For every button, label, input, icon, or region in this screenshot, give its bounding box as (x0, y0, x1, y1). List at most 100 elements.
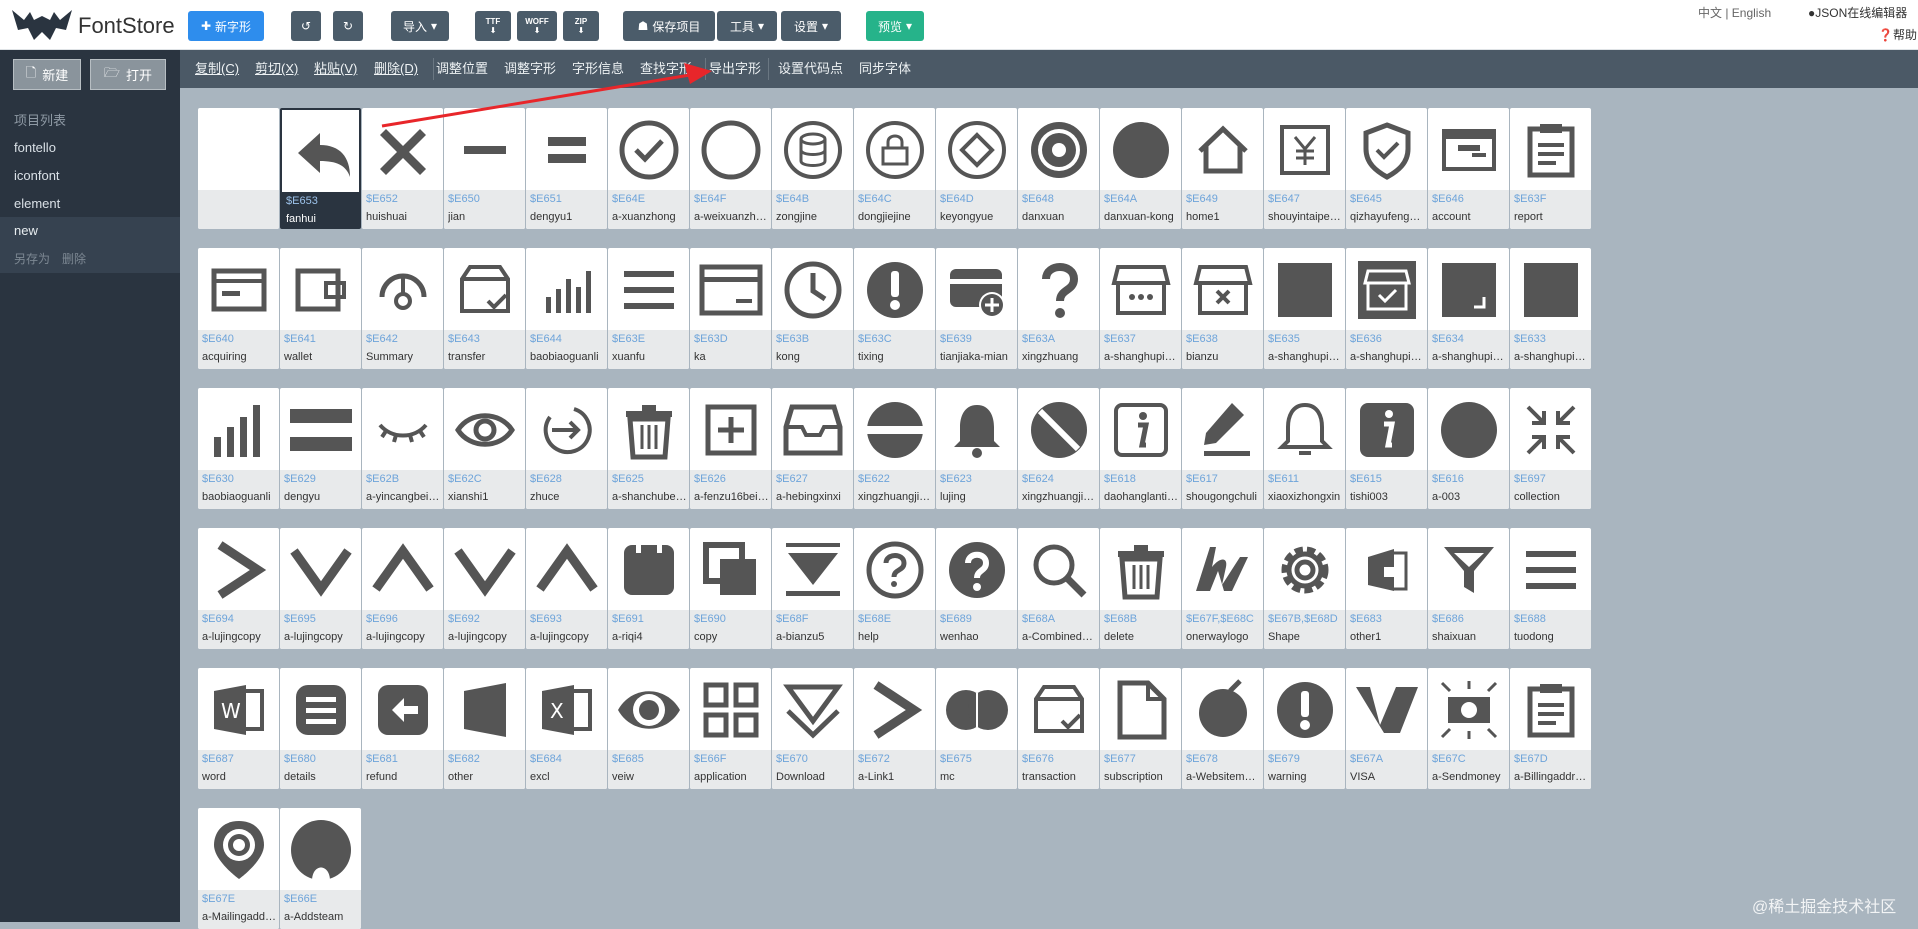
language-switch[interactable]: 中文 | English (1698, 4, 1771, 21)
glyph-card[interactable]: $E626 a-fenzu16beifen (690, 388, 771, 509)
glyph-card[interactable]: $E694 a-lujingcopy (198, 528, 279, 649)
glyph-card[interactable]: $E676 transaction (1018, 668, 1099, 789)
op-delete[interactable]: 删除(D) (374, 50, 418, 88)
glyph-card[interactable]: $E688 tuodong (1510, 528, 1591, 649)
glyph-card[interactable]: $E63F report (1510, 108, 1591, 229)
save-as-link[interactable]: 另存为 (14, 250, 50, 267)
glyph-card[interactable]: $E683 other1 (1346, 528, 1427, 649)
glyph-card[interactable]: $E630 baobiaoguanli (198, 388, 279, 509)
project-item-current[interactable]: new 另存为 删除 (0, 217, 180, 273)
glyph-card[interactable]: $E66E a-Addsteam (280, 808, 361, 929)
project-item-iconfont[interactable]: iconfont (14, 168, 60, 183)
glyph-card[interactable]: $E640 acquiring (198, 248, 279, 369)
glyph-card[interactable]: $E649 home1 (1182, 108, 1263, 229)
glyph-card[interactable]: $E644 baobiaoguanli (526, 248, 607, 369)
glyph-card[interactable]: $E64E a-xuanzhong (608, 108, 689, 229)
glyph-card[interactable]: $E634 a-shanghupingtai (1428, 248, 1509, 369)
import-button[interactable]: 导入 ▾ (391, 11, 449, 41)
glyph-card[interactable]: $E680 details (280, 668, 361, 789)
glyph-card[interactable]: $E677 subscription (1100, 668, 1181, 789)
redo-button[interactable]: ↻ (333, 11, 363, 41)
glyph-card[interactable]: $E678 a-Websitemaintenance (1182, 668, 1263, 789)
glyph-card[interactable]: $E616 a-003 (1428, 388, 1509, 509)
glyph-card[interactable]: $E63D ka (690, 248, 771, 369)
glyph-card[interactable]: $E67E a-Mailingaddress (198, 808, 279, 929)
glyph-card[interactable]: $E635 a-shanghupingtai (1264, 248, 1345, 369)
glyph-card[interactable]: $E681 refund (362, 668, 443, 789)
glyph-card[interactable]: $E691 a-riqi4 (608, 528, 689, 649)
glyph-card[interactable]: $E628 zhuce (526, 388, 607, 509)
glyph-card[interactable]: $E692 a-lujingcopy (444, 528, 525, 649)
op-adjust-position[interactable]: 调整位置 (436, 50, 488, 88)
export-woff-button[interactable]: WOFF ⬇ (517, 11, 557, 41)
undo-button[interactable]: ↺ (291, 11, 321, 41)
glyph-card[interactable]: $E686 shaixuan (1428, 528, 1509, 649)
glyph-card[interactable]: $E615 tishi003 (1346, 388, 1427, 509)
glyph-card[interactable]: $E68E help (854, 528, 935, 649)
json-editor-link[interactable]: ●JSON在线编辑器 (1808, 4, 1907, 21)
project-item-element[interactable]: element (14, 196, 60, 211)
glyph-card[interactable]: $E689 wenhao (936, 528, 1017, 649)
op-cut[interactable]: 剪切(X) (255, 50, 298, 88)
app-logo[interactable]: FontStore (8, 4, 178, 46)
delete-project-link[interactable]: 删除 (62, 250, 86, 267)
tools-menu-button[interactable]: 工具 ▾ (717, 11, 777, 41)
glyph-card[interactable]: $E623 lujing (936, 388, 1017, 509)
preview-button[interactable]: 预览 ▾ (866, 11, 924, 41)
glyph-card[interactable]: $E652 huishuai (362, 108, 443, 229)
glyph-card[interactable]: $E622 xingzhuangjiehe (854, 388, 935, 509)
glyph-card[interactable]: $E696 a-lujingcopy (362, 528, 443, 649)
glyph-card[interactable]: $E651 dengyu1 (526, 108, 607, 229)
glyph-card[interactable]: $E611 xiaoxizhongxin (1264, 388, 1345, 509)
glyph-card[interactable]: $E64F a-weixuanzhong (690, 108, 771, 229)
glyph-card[interactable]: $E67C a-Sendmoney (1428, 668, 1509, 789)
glyph-card[interactable]: $E67A VISA (1346, 668, 1427, 789)
glyph-card[interactable]: $E67F,$E68C onerwaylogo (1182, 528, 1263, 649)
help-link[interactable]: ❓帮助 (1878, 26, 1917, 43)
glyph-card[interactable]: $E64C dongjiejine (854, 108, 935, 229)
glyph-card[interactable]: $E63E xuanfu (608, 248, 689, 369)
glyph-card[interactable]: $E641 wallet (280, 248, 361, 369)
glyph-card[interactable]: $E64A danxuan-kong (1100, 108, 1181, 229)
glyph-card[interactable]: $E63B kong (772, 248, 853, 369)
glyph-card[interactable]: $E648 danxuan (1018, 108, 1099, 229)
glyph-card[interactable]: $E643 transfer (444, 248, 525, 369)
glyph-card[interactable]: $E638 bianzu (1182, 248, 1263, 369)
glyph-card[interactable]: $E68A a-Combinedshape (1018, 528, 1099, 649)
glyph-card[interactable]: $E693 a-lujingcopy (526, 528, 607, 649)
op-find-glyph[interactable]: 查找字形 (640, 50, 692, 88)
glyph-card[interactable]: $E682 other (444, 668, 525, 789)
glyph-card[interactable]: $E618 daohanglanticon (1100, 388, 1181, 509)
op-sync-font[interactable]: 同步字体 (859, 50, 911, 88)
glyph-card[interactable]: $E645 qizhayufengkong (1346, 108, 1427, 229)
glyph-card[interactable]: $E67B,$E68D Shape (1264, 528, 1345, 649)
op-export-glyph[interactable]: 导出字形 (709, 50, 761, 88)
glyph-card[interactable]: $E68B delete (1100, 528, 1181, 649)
glyph-card[interactable]: $E672 a-Link1 (854, 668, 935, 789)
glyph-card[interactable]: $E64B zongjine (772, 108, 853, 229)
glyph-card[interactable]: $E690 copy (690, 528, 771, 649)
glyph-card[interactable]: $E653 fanhui (280, 108, 361, 229)
glyph-card[interactable]: $E629 dengyu (280, 388, 361, 509)
glyph-card[interactable]: $E625 a-shanchubeifen (608, 388, 689, 509)
settings-menu-button[interactable]: 设置 ▾ (781, 11, 841, 41)
glyph-card[interactable] (198, 108, 279, 229)
glyph-card[interactable]: $E627 a-hebingxinxi (772, 388, 853, 509)
glyph-card[interactable]: $E624 xingzhuangjiehe (1018, 388, 1099, 509)
export-ttf-button[interactable]: TTF ⬇ (475, 11, 511, 41)
glyph-card[interactable]: $E642 Summary (362, 248, 443, 369)
glyph-card[interactable]: $E647 shouyintaipeizhi (1264, 108, 1345, 229)
glyph-card[interactable]: $E695 a-lujingcopy (280, 528, 361, 649)
glyph-card[interactable]: W $E687 word (198, 668, 279, 789)
project-item-fontello[interactable]: fontello (14, 140, 56, 155)
save-project-button[interactable]: ☗ 保存项目 (623, 11, 715, 41)
glyph-card[interactable]: $E679 warning (1264, 668, 1345, 789)
glyph-card[interactable]: X $E684 excl (526, 668, 607, 789)
glyph-card[interactable]: $E685 veiw (608, 668, 689, 789)
glyph-card[interactable]: $E64D keyongyue (936, 108, 1017, 229)
glyph-card[interactable]: $E66F application (690, 668, 771, 789)
op-glyph-info[interactable]: 字形信息 (572, 50, 624, 88)
op-copy[interactable]: 复制(C) (195, 50, 239, 88)
glyph-card[interactable]: $E646 account (1428, 108, 1509, 229)
glyph-card[interactable]: $E68F a-bianzu5 (772, 528, 853, 649)
